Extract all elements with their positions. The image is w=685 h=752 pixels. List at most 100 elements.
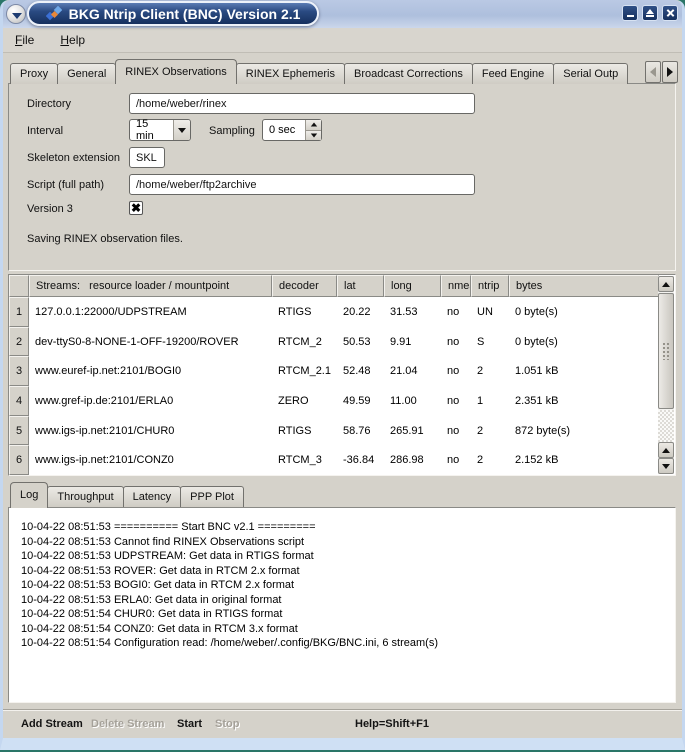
sampling-value: 0 sec — [263, 120, 305, 140]
header-nmea[interactable]: nmea — [441, 275, 471, 297]
tab-scroll-right-button[interactable] — [662, 61, 678, 83]
tab-throughput[interactable]: Throughput — [47, 486, 123, 507]
cell-decoder: RTCM_2.1 — [272, 365, 337, 377]
minimize-button[interactable] — [622, 5, 638, 21]
tab-log[interactable]: Log — [10, 482, 48, 508]
menu-file[interactable]: File — [15, 33, 34, 47]
scroll-up-button[interactable] — [658, 276, 674, 292]
title-pill: BKG Ntrip Client (BNC) Version 2.1 — [27, 1, 319, 26]
maximize-button[interactable] — [642, 5, 658, 21]
cell-lat: 58.76 — [337, 425, 384, 437]
chevron-down-icon — [12, 13, 22, 19]
titlebar[interactable]: BKG Ntrip Client (BNC) Version 2.1 — [3, 0, 682, 28]
streams-table-header: Streams: resource loader / mountpoint de… — [9, 275, 675, 297]
arrow-left-icon — [650, 67, 656, 77]
cell-decoder: RTCM_3 — [272, 454, 337, 466]
header-ntrip[interactable]: ntrip — [471, 275, 509, 297]
table-row[interactable]: 5 www.igs-ip.net:2101/CHUR0 RTIGS 58.76 … — [9, 416, 659, 446]
row-number[interactable]: 6 — [9, 445, 29, 475]
table-row[interactable]: 6 www.igs-ip.net:2101/CONZ0 RTCM_3 -36.8… — [9, 445, 659, 475]
table-row[interactable]: 2 dev-ttyS0-8-NONE-1-OFF-19200/ROVER RTC… — [9, 327, 659, 357]
arrow-right-icon — [667, 67, 673, 77]
row-number[interactable]: 5 — [9, 416, 29, 446]
tab-broadcast-corrections[interactable]: Broadcast Corrections — [344, 63, 473, 84]
arrow-up-icon — [662, 282, 670, 287]
tab-rinex-ephemeris[interactable]: RINEX Ephemeris — [236, 63, 345, 84]
tab-serial-output[interactable]: Serial Outp — [553, 63, 628, 84]
directory-input[interactable] — [129, 93, 475, 114]
bnc-main-window: BKG Ntrip Client (BNC) Version 2.1 File … — [0, 0, 685, 750]
table-scrollbar[interactable] — [658, 276, 674, 474]
cell-ntrip: S — [471, 336, 509, 348]
tab-rinex-observations[interactable]: RINEX Observations — [115, 59, 236, 84]
minimize-icon — [627, 15, 634, 17]
row-number[interactable]: 1 — [9, 297, 29, 327]
window-title: BKG Ntrip Client (BNC) Version 2.1 — [69, 6, 301, 22]
header-decoder[interactable]: decoder — [272, 275, 337, 297]
log-line: 10-04-22 08:51:53 ERLA0: Get data in ori… — [21, 593, 675, 608]
tab-feed-engine[interactable]: Feed Engine — [472, 63, 554, 84]
scrollbar-thumb[interactable] — [658, 293, 674, 409]
row-number[interactable]: 3 — [9, 356, 29, 386]
tab-general[interactable]: General — [57, 63, 116, 84]
log-line: 10-04-22 08:51:53 UDPSTREAM: Get data in… — [21, 549, 675, 564]
scroll-down-button[interactable] — [658, 458, 674, 474]
log-line: 10-04-22 08:51:53 ========== Start BNC v… — [21, 520, 675, 535]
cell-long: 265.91 — [384, 425, 441, 437]
chevron-down-icon — [178, 128, 186, 133]
help-shortcut-label: Help=Shift+F1 — [355, 713, 429, 735]
arrow-up-icon — [662, 448, 670, 453]
script-path-input[interactable] — [129, 174, 475, 195]
row-number[interactable]: 2 — [9, 327, 29, 357]
log-panel[interactable]: 10-04-22 08:51:53 ========== Start BNC v… — [8, 507, 676, 703]
tab-scroll-left-button[interactable] — [645, 61, 661, 83]
window-menu-button[interactable] — [6, 4, 26, 24]
row-number[interactable]: 4 — [9, 386, 29, 416]
maximize-icon — [646, 9, 654, 14]
version3-label: Version 3 — [27, 203, 73, 215]
header-lat[interactable]: lat — [337, 275, 384, 297]
close-button[interactable] — [662, 5, 678, 21]
spin-up-button[interactable] — [306, 120, 321, 131]
version3-checkbox[interactable]: ✖ — [129, 201, 143, 215]
streams-table: Streams: resource loader / mountpoint de… — [8, 274, 676, 476]
tab-ppp-plot[interactable]: PPP Plot — [180, 486, 244, 507]
interval-value: 15 min — [130, 118, 173, 142]
interval-combobox[interactable]: 15 min — [129, 119, 191, 141]
sampling-spinbox[interactable]: 0 sec — [262, 119, 322, 141]
table-row[interactable]: 4 www.gref-ip.de:2101/ERLA0 ZERO 49.59 1… — [9, 386, 659, 416]
table-row[interactable]: 3 www.euref-ip.net:2101/BOGI0 RTCM_2.1 5… — [9, 356, 659, 386]
combo-dropdown-button[interactable] — [173, 120, 190, 140]
tab-proxy[interactable]: Proxy — [10, 63, 58, 84]
cell-mountpoint: dev-ttyS0-8-NONE-1-OFF-19200/ROVER — [29, 336, 272, 348]
header-long[interactable]: long — [384, 275, 441, 297]
cell-long: 9.91 — [384, 336, 441, 348]
cell-lat: -36.84 — [337, 454, 384, 466]
scroll-up-button-bottom[interactable] — [658, 442, 674, 458]
cell-long: 31.53 — [384, 306, 441, 318]
cell-bytes: 1.051 kB — [509, 365, 659, 377]
cell-bytes: 2.152 kB — [509, 454, 659, 466]
delete-stream-button[interactable]: Delete Stream — [91, 713, 164, 735]
cell-mountpoint: www.gref-ip.de:2101/ERLA0 — [29, 395, 272, 407]
skeleton-extension-input[interactable] — [129, 147, 165, 168]
toolbar-separator — [3, 709, 682, 711]
log-line: 10-04-22 08:51:53 BOGI0: Get data in RTC… — [21, 578, 675, 593]
header-mountpoint[interactable]: Streams: resource loader / mountpoint — [29, 275, 272, 297]
table-row[interactable]: 1 127.0.0.1:22000/UDPSTREAM RTIGS 20.22 … — [9, 297, 659, 327]
start-button[interactable]: Start — [177, 713, 202, 735]
tab-latency[interactable]: Latency — [123, 486, 182, 507]
rinex-observations-panel: Directory Interval 15 min Sampling 0 sec… — [8, 83, 676, 271]
add-stream-button[interactable]: Add Stream — [21, 713, 83, 735]
header-row-number[interactable] — [9, 275, 29, 297]
cell-bytes: 0 byte(s) — [509, 306, 659, 318]
spin-down-button[interactable] — [306, 131, 321, 141]
log-line: 10-04-22 08:51:54 CONZ0: Get data in RTC… — [21, 622, 675, 637]
menu-help[interactable]: Help — [60, 33, 85, 47]
stop-button[interactable]: Stop — [215, 713, 239, 735]
arrow-down-icon — [662, 464, 670, 469]
header-bytes[interactable]: bytes — [509, 275, 659, 297]
cell-mountpoint: www.euref-ip.net:2101/BOGI0 — [29, 365, 272, 377]
scrollbar-track[interactable] — [658, 410, 674, 442]
log-line: 10-04-22 08:51:53 Cannot find RINEX Obse… — [21, 535, 675, 550]
